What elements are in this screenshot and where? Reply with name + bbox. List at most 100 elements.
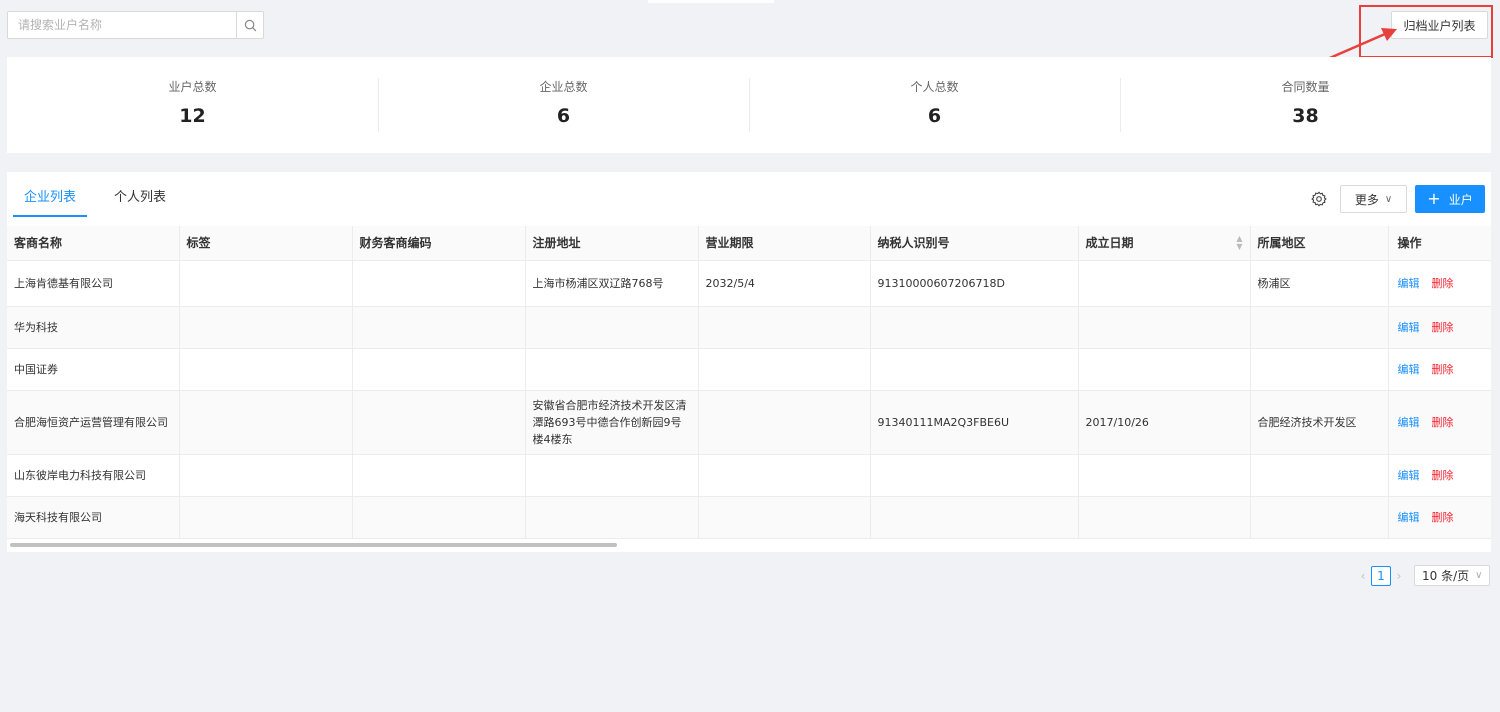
stat-total-individuals: 个人总数 6 — [749, 78, 1120, 132]
cell-address: 上海市杨浦区双辽路768号 — [525, 260, 699, 307]
chevron-left-icon[interactable]: ‹ — [1355, 569, 1371, 583]
column-header: 营业期限 — [698, 226, 871, 261]
stat-value: 38 — [1292, 105, 1319, 127]
stat-total-enterprises: 企业总数 6 — [378, 78, 749, 132]
column-header-label: 成立日期 — [1085, 236, 1134, 251]
cell-region — [1250, 454, 1389, 497]
search-icon — [244, 19, 256, 31]
table-row: 山东彼岸电力科技有限公司 编辑 删除 — [7, 454, 1491, 497]
cell-tag — [179, 496, 353, 539]
search-input[interactable] — [8, 12, 236, 38]
table-row: 中国证券 编辑 删除 — [7, 348, 1491, 391]
edit-link[interactable]: 编辑 — [1398, 416, 1420, 429]
cell-region — [1250, 348, 1389, 391]
cell-term: 2032/5/4 — [698, 260, 871, 307]
column-header: 操作 — [1388, 226, 1491, 261]
cell-name: 上海肯德基有限公司 — [7, 260, 180, 307]
tab-individual-list[interactable]: 个人列表 — [103, 187, 177, 217]
page-size-select[interactable]: 10 条/页 ∨ — [1414, 565, 1490, 586]
stat-value: 6 — [927, 105, 942, 127]
stat-label: 企业总数 — [539, 80, 588, 94]
stat-value: 6 — [556, 105, 571, 127]
stat-total-households: 业户总数 12 — [7, 78, 378, 132]
cell-tax-id — [870, 348, 1079, 391]
cell-region: 合肥经济技术开发区 — [1250, 390, 1389, 455]
search-box — [7, 11, 264, 39]
gear-icon — [1311, 191, 1327, 207]
tab-enterprise-list[interactable]: 企业列表 — [13, 187, 88, 217]
add-household-button[interactable]: + 业户 — [1415, 185, 1485, 213]
delete-link[interactable]: 删除 — [1432, 416, 1454, 429]
list-panel: 企业列表 个人列表 更多 ∨ + 业户 客商名称 标签 财务客商编码 注册地址 … — [7, 172, 1491, 552]
cell-code — [352, 454, 526, 497]
column-header: 财务客商编码 — [352, 226, 526, 261]
cell-region — [1250, 306, 1389, 349]
cell-tax-id — [870, 306, 1079, 349]
cell-term — [698, 348, 871, 391]
column-settings-button[interactable] — [1309, 189, 1329, 209]
cell-name: 海天科技有限公司 — [7, 496, 180, 539]
cell-tag — [179, 390, 353, 455]
cell-founded — [1078, 260, 1251, 307]
stat-label: 业户总数 — [168, 80, 217, 94]
edit-link[interactable]: 编辑 — [1398, 363, 1420, 376]
cell-founded: 2017/10/26 — [1078, 390, 1251, 455]
stat-value: 12 — [179, 105, 206, 127]
add-label: 业户 — [1448, 192, 1473, 207]
stat-label: 合同数量 — [1281, 80, 1330, 94]
cell-term — [698, 390, 871, 455]
sort-icon[interactable]: ▲ ▼ — [1236, 235, 1242, 251]
delete-link[interactable]: 删除 — [1432, 469, 1454, 482]
table-row: 合肥海恒资产运营管理有限公司 安徽省合肥市经济技术开发区清潭路693号中德合作创… — [7, 390, 1491, 455]
cell-founded — [1078, 454, 1251, 497]
cell-actions: 编辑 删除 — [1388, 454, 1491, 497]
cell-region: 杨浦区 — [1250, 260, 1389, 307]
cell-code — [352, 260, 526, 307]
cell-founded — [1078, 306, 1251, 349]
cell-tag — [179, 260, 353, 307]
cell-actions: 编辑 删除 — [1388, 348, 1491, 391]
cell-term — [698, 306, 871, 349]
column-header: 客商名称 — [7, 226, 180, 261]
enterprise-table: 客商名称 标签 财务客商编码 注册地址 营业期限 纳税人识别号 成立日期 ▲ ▼ 所… — [7, 226, 1491, 539]
scrollbar-thumb[interactable] — [10, 543, 617, 547]
edit-link[interactable]: 编辑 — [1398, 511, 1420, 524]
top-indicator — [648, 0, 774, 3]
cell-founded — [1078, 348, 1251, 391]
cell-term — [698, 496, 871, 539]
pagination: ‹ 1 › 10 条/页 ∨ — [1355, 565, 1490, 586]
stat-contract-count: 合同数量 38 — [1120, 78, 1491, 132]
plus-icon: + — [1427, 189, 1441, 208]
cell-tax-id: 91340111MA2Q3FBE6U — [870, 390, 1079, 455]
cell-tax-id: 91310000607206718D — [870, 260, 1079, 307]
table-toolbar: 更多 ∨ + 业户 — [1309, 185, 1485, 213]
cell-actions: 编辑 删除 — [1388, 496, 1491, 539]
chevron-right-icon[interactable]: › — [1391, 569, 1407, 583]
delete-link[interactable]: 删除 — [1432, 511, 1454, 524]
horizontal-scrollbar[interactable] — [7, 542, 1491, 548]
delete-link[interactable]: 删除 — [1432, 321, 1454, 334]
page-size-value: 10 条/页 — [1422, 569, 1470, 583]
page-1-button[interactable]: 1 — [1371, 565, 1391, 586]
cell-address — [525, 454, 699, 497]
edit-link[interactable]: 编辑 — [1398, 469, 1420, 482]
cell-code — [352, 496, 526, 539]
delete-link[interactable]: 删除 — [1432, 363, 1454, 376]
cell-tax-id — [870, 454, 1079, 497]
table-row: 华为科技 编辑 删除 — [7, 306, 1491, 349]
more-label: 更多 — [1354, 192, 1379, 207]
delete-link[interactable]: 删除 — [1432, 277, 1454, 290]
edit-link[interactable]: 编辑 — [1398, 321, 1420, 334]
column-header: 标签 — [179, 226, 353, 261]
edit-link[interactable]: 编辑 — [1398, 277, 1420, 290]
cell-code — [352, 306, 526, 349]
cell-name: 山东彼岸电力科技有限公司 — [7, 454, 180, 497]
more-button[interactable]: 更多 ∨ — [1340, 185, 1407, 213]
cell-address — [525, 348, 699, 391]
cell-actions: 编辑 删除 — [1388, 306, 1491, 349]
column-header-sortable[interactable]: 成立日期 ▲ ▼ — [1078, 226, 1251, 261]
search-button[interactable] — [236, 12, 263, 38]
table-row: 海天科技有限公司 编辑 删除 — [7, 496, 1491, 539]
column-header: 所属地区 — [1250, 226, 1389, 261]
cell-address — [525, 496, 699, 539]
